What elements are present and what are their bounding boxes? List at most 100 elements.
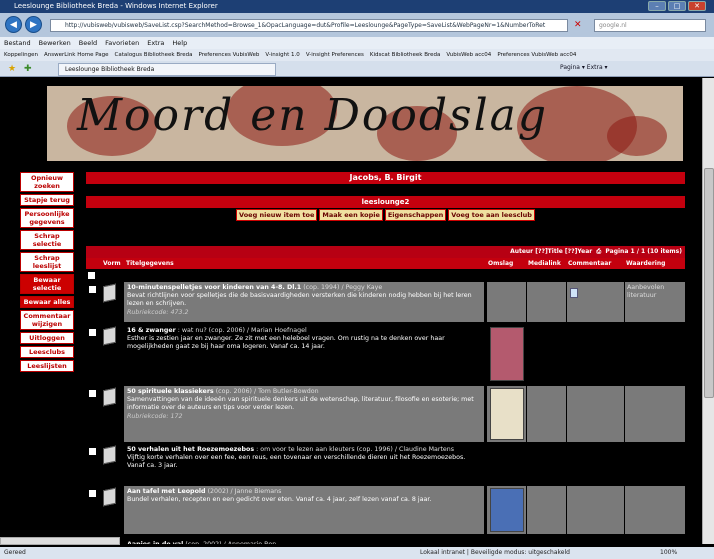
- menu-item-favorieten[interactable]: Favorieten: [105, 39, 139, 47]
- nav-button-opnieuw-zoeken[interactable]: Opnieuw zoeken: [20, 172, 74, 192]
- search-input[interactable]: google.nl: [594, 19, 706, 32]
- record-title[interactable]: Aapjes in de val: [127, 541, 183, 544]
- book-icon: [103, 387, 116, 407]
- favorite-link[interactable]: Catalogus Bibliotheek Breda: [115, 52, 193, 58]
- record-title[interactable]: Aan tafel met Leopold: [127, 488, 206, 495]
- zoom-level[interactable]: 100%: [660, 547, 677, 559]
- table-row: 16 & zwanger : wat nu? (cop. 2006) / Mar…: [86, 325, 685, 383]
- favorite-link[interactable]: Koppelingen: [4, 52, 38, 58]
- table-row: Aapjes in de val (cop. 2002) / Annemarie…: [86, 539, 685, 544]
- book-icon: [103, 487, 116, 507]
- forward-icon[interactable]: ▶: [25, 16, 42, 33]
- nav-button-schrap-leeslijst[interactable]: Schrap leeslijst: [20, 252, 74, 272]
- action-button-1[interactable]: Maak een kopie: [319, 209, 383, 221]
- record-title[interactable]: 50 spirituele klassiekers: [127, 388, 214, 395]
- column-headers: Vorm Titelgegevens Omslag Medialink Comm…: [86, 258, 685, 269]
- menu-item-extra[interactable]: Extra: [147, 39, 164, 47]
- favorite-link[interactable]: Kidscat Bibliotheek Breda: [370, 52, 441, 58]
- commentaar-cell: [566, 386, 624, 442]
- maximize-button[interactable]: □: [668, 1, 686, 11]
- record-details: Aan tafel met Leopold (2002) / Janne Bie…: [124, 486, 484, 534]
- nav-button-leesclubs[interactable]: Leesclubs: [20, 346, 74, 358]
- back-icon[interactable]: ◀: [5, 16, 22, 33]
- comment-icon[interactable]: [570, 288, 578, 298]
- nav-button-schrap-selectie[interactable]: Schrap selectie: [20, 230, 74, 250]
- page-tools-menu[interactable]: Pagina ▾ Extra ▾: [560, 64, 608, 71]
- menu-item-beeld[interactable]: Beeld: [79, 39, 97, 47]
- list-actions: Voeg nieuw item toe Maak een kopie Eigensc…: [86, 209, 685, 221]
- action-button-3[interactable]: Voeg toe aan leesclub: [448, 209, 535, 221]
- cover-image[interactable]: [490, 488, 524, 532]
- book-icon: [103, 283, 116, 303]
- nav-button-persoonlijke-gegevens[interactable]: Persoonlijke gegevens: [20, 208, 74, 228]
- menu-item-help[interactable]: Help: [172, 39, 187, 47]
- favorite-link[interactable]: Preferences VubisWeb acc04: [497, 52, 576, 58]
- record-details: 10-minutenspelletjes voor kinderen van 4…: [124, 282, 484, 322]
- menu-item-bewerken[interactable]: Bewerken: [39, 39, 71, 47]
- nav-button-stapje-terug[interactable]: Stapje terug: [20, 194, 74, 206]
- table-row: 50 spirituele klassiekers (cop. 2006) / …: [86, 386, 685, 442]
- record-meta: (cop. 2002) / Annemarie Bon: [183, 541, 276, 544]
- address-input[interactable]: http://vubisweb/vubisweb/SaveList.csp?Se…: [50, 19, 568, 32]
- minimize-button[interactable]: –: [648, 1, 666, 11]
- menu-item-bestand[interactable]: Bestand: [4, 39, 31, 47]
- table-row: 50 verhalen uit het Roezemoezebos : om v…: [86, 444, 685, 484]
- printer-icon[interactable]: ⎙: [594, 248, 603, 255]
- favorite-link[interactable]: Preferences VubisWeb: [198, 52, 259, 58]
- record-title[interactable]: 50 verhalen uit het Roezemoezebos: [127, 446, 254, 453]
- record-checkbox[interactable]: [89, 448, 96, 455]
- favorite-link[interactable]: VubisWeb acc04: [446, 52, 491, 58]
- vertical-scrollbar[interactable]: [702, 78, 714, 544]
- table-row: 10-minutenspelletjes voor kinderen van 4…: [86, 282, 685, 322]
- record-checkbox[interactable]: [89, 286, 96, 293]
- book-icon: [103, 326, 116, 346]
- record-description: Samenvattingen van de ideeën van spiritu…: [127, 396, 474, 412]
- col-waardering: Waardering: [626, 260, 666, 267]
- tab-leeslounge[interactable]: Leeslounge Bibliotheek Breda: [58, 63, 276, 76]
- record-meta: (cop. 1994) / Peggy Kaye: [301, 284, 383, 291]
- add-favorite-icon[interactable]: ✚: [24, 64, 32, 74]
- omslag-cell: [486, 282, 526, 322]
- record-subject-code: Rubriekcode: 473.2: [127, 308, 189, 316]
- page-info: Pagina 1 / 1 (10 items): [605, 248, 682, 255]
- nav-button-uitloggen[interactable]: Uitloggen: [20, 332, 74, 344]
- nav-button-bewaar-selectie[interactable]: Bewaar selectie: [20, 274, 74, 294]
- favorites-star-icon[interactable]: ★: [8, 64, 16, 74]
- action-button-2[interactable]: Eigenschappen: [384, 209, 447, 221]
- user-name-bar: Jacobs, B. Birgit: [86, 172, 685, 184]
- close-button[interactable]: ✕: [688, 1, 706, 11]
- action-button-0[interactable]: Voeg nieuw item toe: [236, 209, 318, 221]
- medialink-cell: [526, 282, 566, 322]
- cover-image[interactable]: [490, 327, 524, 381]
- banner: Moord en Doodslag: [47, 86, 683, 161]
- record-description: Bevat richtlijnen voor spelletjes die de…: [127, 292, 472, 308]
- record-checkbox[interactable]: [89, 329, 96, 336]
- favorite-link[interactable]: V-insight Preferences: [306, 52, 364, 58]
- select-all-checkbox[interactable]: [88, 272, 95, 279]
- address-toolbar: ◀ ▶ http://vubisweb/vubisweb/SaveList.cs…: [0, 13, 714, 37]
- medialink-cell: [526, 486, 566, 534]
- medialink-cell: [526, 386, 566, 442]
- table-row: Aan tafel met Leopold (2002) / Janne Bie…: [86, 486, 685, 534]
- favorite-link[interactable]: V-insight 1.0: [265, 52, 299, 58]
- cover-image[interactable]: [490, 388, 524, 440]
- horizontal-scrollbar[interactable]: [0, 537, 120, 545]
- col-omslag: Omslag: [488, 260, 514, 267]
- record-description: Vijftig korte verhalen over een fee, een…: [127, 454, 466, 470]
- nav-button-leeslijsten[interactable]: Leeslijsten: [20, 360, 74, 372]
- sort-options[interactable]: Auteur [??]Title [??]Year: [510, 248, 592, 255]
- stop-icon[interactable]: ✕: [574, 20, 582, 30]
- favorite-link[interactable]: AnswerLink Home Page: [44, 52, 109, 58]
- record-checkbox[interactable]: [89, 490, 96, 497]
- col-commentaar: Commentaar: [568, 260, 612, 267]
- nav-button-commentaar-wijzigen[interactable]: Commentaar wijzigen: [20, 310, 74, 330]
- commentaar-cell: [566, 486, 624, 534]
- record-subject-code: Rubriekcode: 172: [127, 412, 183, 420]
- record-title[interactable]: 10-minutenspelletjes voor kinderen van 4…: [127, 284, 301, 291]
- record-title[interactable]: 16 & zwanger: [127, 327, 176, 334]
- favorites-bar: Koppelingen AnswerLink Home Page Catalogus…: [0, 49, 714, 61]
- scroll-thumb[interactable]: [704, 168, 714, 398]
- record-checkbox[interactable]: [89, 390, 96, 397]
- nav-button-bewaar-alles[interactable]: Bewaar alles: [20, 296, 74, 308]
- col-vorm: Vorm: [103, 260, 121, 267]
